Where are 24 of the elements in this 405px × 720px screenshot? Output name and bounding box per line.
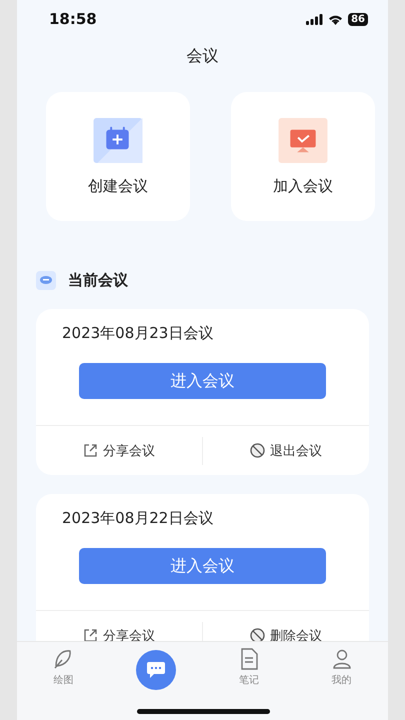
meeting-title: 2023年08月22日会议 (62, 509, 214, 528)
document-icon (238, 648, 259, 670)
share-icon (83, 628, 98, 643)
battery-level: 86 (348, 12, 368, 26)
signal-icon (306, 14, 324, 24)
page-title: 会议 (186, 46, 220, 67)
share-icon (83, 443, 98, 458)
prohibited-icon (250, 443, 265, 458)
user-icon (330, 648, 353, 670)
action-card[interactable]: 加入会议 (231, 92, 375, 221)
enter-meeting-button[interactable]: 进入会议 (79, 363, 326, 399)
wifi-icon (328, 14, 344, 24)
action-card[interactable]: 创建会议 (46, 92, 190, 221)
enter-meeting-button[interactable]: 进入会议 (79, 548, 326, 584)
monitor-check-icon (278, 118, 328, 162)
meeting-action-button[interactable]: 退出会议 (203, 442, 369, 460)
chat-icon (146, 661, 166, 679)
status-time: 18:58 (49, 10, 97, 28)
calendar-add-icon (93, 118, 143, 162)
section-title: 当前会议 (68, 271, 128, 290)
meeting-title: 2023年08月23日会议 (62, 324, 214, 343)
chat-bubble-icon (36, 271, 56, 290)
share-button[interactable]: 分享会议 (36, 442, 202, 460)
share-button[interactable]: 分享会议 (36, 626, 202, 644)
